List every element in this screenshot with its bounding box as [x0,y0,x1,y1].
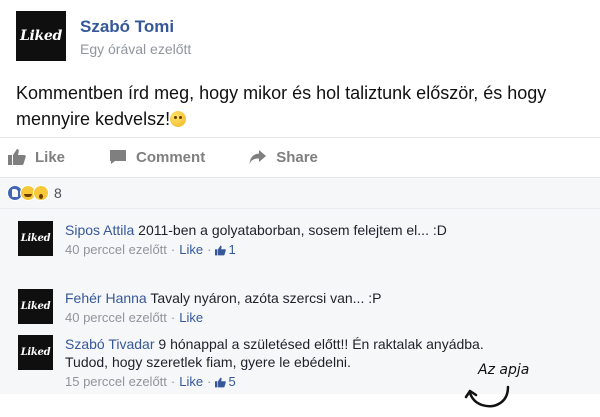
comment-bubble-icon [110,150,127,164]
comment-meta: 40 perccel ezelőtt · Like [65,309,485,327]
thumbs-up-icon [8,149,26,165]
divider [0,137,600,138]
thumbs-up-icon [215,245,227,255]
comment-meta: 40 perccel ezelőtt · Like · 1 [65,241,485,259]
handwritten-annotation: Az apja [478,362,530,378]
share-arrow-icon [249,150,267,164]
reactions-summary[interactable]: 8 [0,178,600,208]
share-button[interactable]: Share [249,149,318,166]
share-button-label: Share [276,148,318,166]
comment-timestamp[interactable]: 40 perccel ezelőtt [65,241,167,259]
comment-text: 2011-ben a golyataborban, sosem felejtem… [134,222,447,238]
curved-arrow-icon [464,385,510,408]
separator-dot: · [170,374,176,389]
comment-item: Liked Szabó Tivadar 9 hónappal a születé… [18,335,485,391]
comment-like-count[interactable]: 5 [228,373,235,391]
comment-text: Tavaly nyáron, azóta szercsi van... :P [146,290,382,306]
comment-meta: 15 perccel ezelőtt · Like · 5 [65,373,485,391]
separator-dot: · [207,242,212,257]
comment-like-count[interactable]: 1 [228,241,235,259]
post-action-bar: Like Comment Share [8,144,362,170]
commenter-avatar[interactable]: Liked [18,289,53,324]
commenter-avatar[interactable]: Liked [18,335,53,370]
like-button-label: Like [35,148,66,166]
post-header: Liked Szabó Tomi Egy órával ezelőtt [16,10,191,62]
comment-like-link[interactable]: Like [179,309,203,327]
comment-body: Sipos Attila 2011-ben a golyataborban, s… [65,221,485,259]
post-text-content: Kommentben írd meg, hogy mikor és hol ta… [16,83,547,129]
comment-text-block: Fehér Hanna Tavaly nyáron, azóta szercsi… [65,289,485,307]
like-button[interactable]: Like [8,149,65,166]
post-timestamp[interactable]: Egy órával ezelőtt [80,41,191,57]
post-author-block: Szabó Tomi Egy órával ezelőtt [80,16,191,57]
post-text: Kommentben írd meg, hogy mikor és hol ta… [16,80,586,132]
separator-dot: · [170,310,176,325]
comment-timestamp[interactable]: 40 perccel ezelőtt [65,309,167,327]
separator-dot: · [207,374,212,389]
comment-button-label: Comment [136,148,206,166]
commenter-name[interactable]: Szabó Tivadar [65,336,155,352]
comment-text-block: Szabó Tivadar 9 hónappal a születésed el… [65,335,485,371]
reaction-count[interactable]: 8 [54,185,62,201]
comment-like-link[interactable]: Like [179,373,203,391]
page-avatar-logo[interactable]: Liked [16,11,66,61]
comment-button[interactable]: Comment [109,149,205,166]
separator-dot: · [170,242,176,257]
comment-text-block: Sipos Attila 2011-ben a golyataborban, s… [65,221,485,239]
commenter-avatar[interactable]: Liked [18,221,53,256]
commenter-name[interactable]: Fehér Hanna [65,290,147,306]
comment-timestamp[interactable]: 15 perccel ezelőtt [65,373,167,391]
wow-reaction-icon [33,185,49,201]
commenter-name[interactable]: Sipos Attila [65,222,134,238]
post-author-name[interactable]: Szabó Tomi [80,16,191,38]
comment-like-link[interactable]: Like [179,241,203,259]
comment-item: Liked Fehér Hanna Tavaly nyáron, azóta s… [18,289,485,327]
comment-body: Szabó Tivadar 9 hónappal a születésed el… [65,335,485,391]
comment-item: Liked Sipos Attila 2011-ben a golyatabor… [18,221,485,259]
wink-emoji-icon [170,111,187,127]
thumbs-up-icon [215,377,227,387]
comment-body: Fehér Hanna Tavaly nyáron, azóta szercsi… [65,289,485,327]
